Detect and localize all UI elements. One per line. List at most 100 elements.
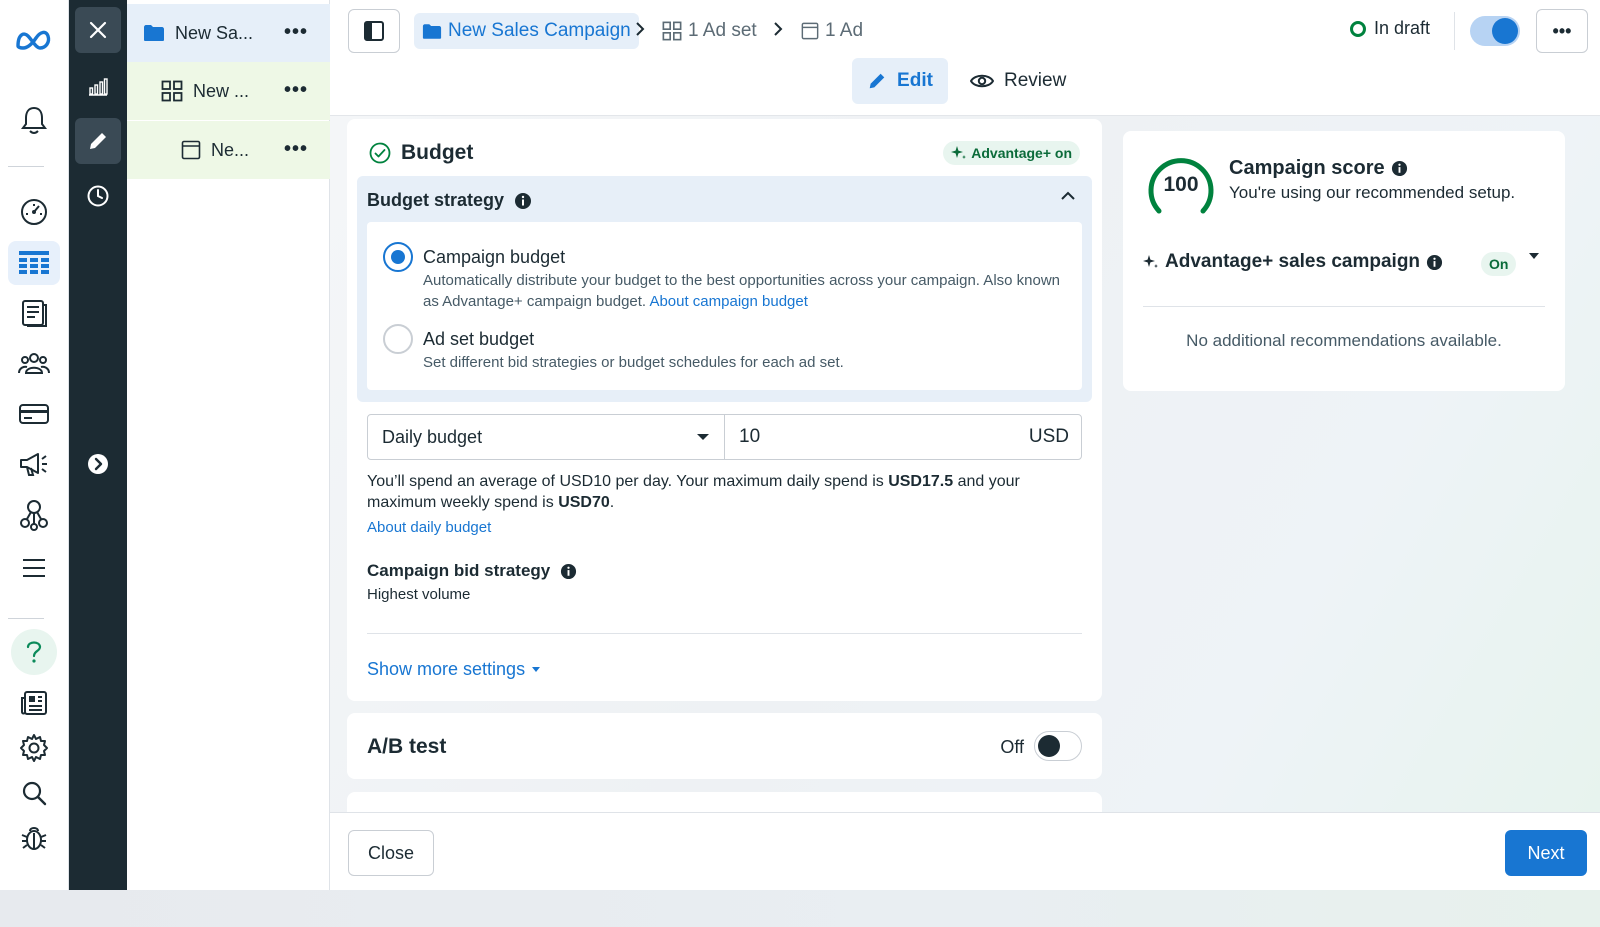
advantage-sales-campaign-row[interactable]: Advantage+ sales campaign: [1143, 251, 1443, 273]
notifications-bell-icon[interactable]: [8, 98, 60, 142]
close-editor-x-icon[interactable]: [75, 7, 121, 53]
draft-status-ring-icon: [1350, 20, 1366, 37]
budget-strategy-title: Budget strategy: [367, 190, 505, 210]
budget-type-dropdown[interactable]: Daily budget: [368, 415, 725, 459]
rail-divider: [8, 618, 44, 619]
campaign-tree-panel: New Sa... ••• New ... ••• Ne... •••: [127, 0, 330, 890]
adset-budget-description: Set different bid strategies or budget s…: [423, 354, 844, 371]
pages-icon[interactable]: [8, 291, 60, 335]
info-icon[interactable]: [1391, 160, 1408, 177]
campaign-budget-description: Automatically distribute your budget to …: [423, 270, 1063, 312]
breadcrumb-campaign[interactable]: New Sales Campaign: [414, 13, 639, 49]
editor-main-area: Budget Advantage+ on Budget strategy Cam…: [330, 116, 1600, 812]
next-button[interactable]: Next: [1505, 830, 1587, 876]
editor-header: New Sales Campaign 1 Ad set 1 Ad In draf…: [330, 0, 1600, 116]
settings-gear-icon[interactable]: [8, 726, 60, 770]
no-recommendations-text: No additional recommendations available.: [1186, 331, 1502, 350]
tab-edit-label: Edit: [897, 70, 933, 91]
budget-type-value: Daily budget: [382, 426, 483, 447]
chevron-up-icon[interactable]: [1060, 190, 1076, 202]
breadcrumb-campaign-label: New Sales Campaign: [448, 20, 631, 41]
caret-down-icon[interactable]: [1528, 251, 1540, 261]
folder-icon: [422, 23, 442, 39]
edit-pencil-icon[interactable]: [75, 118, 121, 164]
billing-card-icon[interactable]: [8, 392, 60, 436]
audiences-people-icon[interactable]: [8, 342, 60, 386]
budget-title-text: Budget: [401, 141, 474, 164]
breadcrumb-adset[interactable]: 1 Ad set: [662, 13, 757, 49]
spend-text-3: .: [609, 494, 615, 511]
tab-review[interactable]: Review: [970, 58, 1066, 104]
meta-logo-icon[interactable]: [8, 18, 60, 62]
caret-down-icon: [532, 666, 541, 672]
expand-chevron-right-icon[interactable]: [75, 441, 121, 487]
budget-strategy-section: Budget strategy Campaign budget Automati…: [357, 176, 1092, 402]
editor-footer: Close Next: [330, 812, 1600, 890]
next-section-card: [347, 792, 1102, 812]
about-campaign-budget-link[interactable]: About campaign budget: [649, 293, 807, 310]
ab-test-title: A/B test: [367, 735, 447, 758]
info-icon[interactable]: [560, 563, 577, 580]
header-divider: [1454, 12, 1455, 50]
tree-item-adset[interactable]: New ... •••: [127, 62, 330, 120]
campaign-megaphone-icon[interactable]: [8, 442, 60, 486]
sparkle-icon: [951, 146, 967, 159]
ad-frame-icon: [181, 140, 201, 160]
campaign-score-card: 100 Campaign score You're using our reco…: [1123, 131, 1565, 391]
search-icon[interactable]: [8, 771, 60, 815]
breadcrumb-ad-label: 1 Ad: [825, 20, 864, 41]
dashboard-gauge-icon[interactable]: [8, 190, 60, 234]
news-icon[interactable]: [8, 681, 60, 725]
toggle-sidebar-button[interactable]: [348, 9, 400, 53]
ads-manager-table-icon[interactable]: [8, 241, 60, 285]
help-question-icon[interactable]: [11, 629, 57, 675]
adset-budget-radio[interactable]: [383, 324, 413, 354]
bid-strategy-header: Campaign bid strategy: [367, 561, 577, 581]
bug-report-icon[interactable]: [8, 816, 60, 860]
campaign-on-off-toggle[interactable]: [1470, 16, 1520, 46]
spend-max-daily: USD17.5: [888, 473, 954, 490]
history-clock-icon[interactable]: [75, 173, 121, 219]
tab-review-label: Review: [1004, 70, 1067, 91]
ab-test-state: Off: [1000, 737, 1024, 757]
sidebar-panel-icon: [364, 21, 384, 41]
sparkle-icon: [1143, 255, 1158, 268]
campaign-score-header: Campaign score: [1229, 157, 1408, 180]
budget-card: Budget Advantage+ on Budget strategy Cam…: [347, 119, 1102, 701]
budget-amount-value: 10: [739, 426, 761, 447]
tab-edit[interactable]: Edit: [852, 58, 948, 104]
show-more-settings-label: Show more settings: [367, 659, 526, 679]
edit-pencil-icon: [869, 73, 885, 89]
campaign-budget-radio[interactable]: [383, 242, 413, 272]
ab-test-toggle[interactable]: [1034, 731, 1082, 761]
advantage-badge: Advantage+ on: [943, 141, 1080, 165]
spend-text-1: You’ll spend an average of USD10 per day…: [367, 473, 884, 490]
ad-more-options[interactable]: •••: [284, 139, 308, 159]
tree-item-campaign[interactable]: New Sa... •••: [127, 4, 330, 62]
breadcrumb-ad[interactable]: 1 Ad: [801, 13, 863, 49]
budget-currency: USD: [1028, 426, 1069, 447]
advantage-sales-campaign-label: Advantage+ sales campaign: [1165, 251, 1421, 272]
check-circle-icon: [369, 142, 391, 164]
show-more-settings-link[interactable]: Show more settings: [367, 659, 541, 680]
info-icon[interactable]: [1426, 254, 1443, 271]
all-tools-menu-icon[interactable]: [8, 546, 60, 590]
budget-amount-input[interactable]: 10 USD: [725, 415, 1081, 459]
adset-grid-icon: [662, 21, 682, 41]
chevron-right-icon: [772, 20, 784, 38]
bid-strategy-value: Highest volume: [367, 586, 471, 603]
close-button[interactable]: Close: [348, 830, 434, 876]
adset-more-options[interactable]: •••: [284, 80, 308, 100]
info-icon[interactable]: [514, 192, 532, 210]
business-tools-icon[interactable]: [8, 493, 60, 537]
about-daily-budget-link[interactable]: About daily budget: [367, 519, 491, 536]
rail-divider: [8, 166, 44, 167]
chevron-right-icon: [634, 20, 646, 38]
budget-strategy-header[interactable]: Budget strategy: [367, 190, 532, 211]
tree-ad-label: Ne...: [211, 139, 250, 160]
campaign-more-options[interactable]: •••: [284, 22, 308, 42]
more-options-button[interactable]: •••: [1536, 9, 1588, 53]
folder-icon: [143, 24, 165, 42]
tree-item-ad[interactable]: Ne... •••: [127, 121, 330, 179]
chart-bars-icon[interactable]: [75, 64, 121, 110]
